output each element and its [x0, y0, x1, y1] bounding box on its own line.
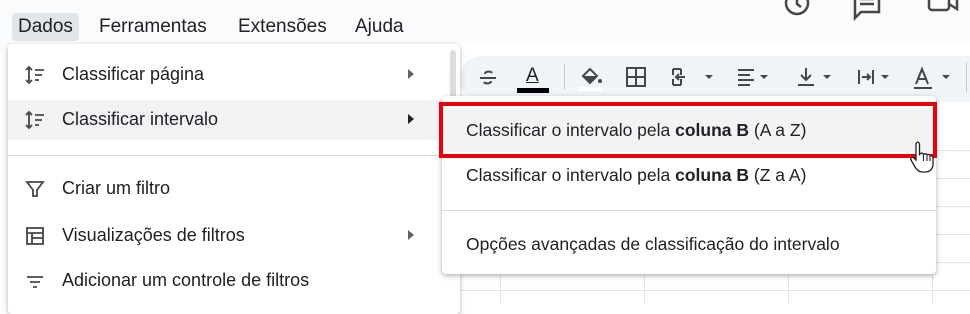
- text-rotation-icon[interactable]: [912, 64, 962, 90]
- history-icon[interactable]: [780, 0, 814, 24]
- submenu-item-label: Classificar o intervalo pela coluna B (Z…: [466, 165, 806, 186]
- label-column: coluna B: [675, 165, 750, 185]
- strikethrough-icon[interactable]: [477, 67, 499, 89]
- submenu-item-sort-desc[interactable]: Classificar o intervalo pela coluna B (Z…: [442, 153, 936, 197]
- menu-extensoes[interactable]: Extensões: [232, 13, 333, 41]
- sort-icon: [25, 65, 44, 85]
- filter-icon: [25, 181, 45, 197]
- submenu-item-label: Opções avançadas de classificação do int…: [466, 234, 840, 254]
- sort-icon: [25, 110, 44, 130]
- dados-menu: Classificar página Classificar intervalo…: [8, 44, 460, 314]
- comment-icon[interactable]: [850, 0, 884, 24]
- menu-item-controle-filtros[interactable]: Adicionar um controle de filtros: [8, 261, 448, 301]
- filter-control-icon: [27, 276, 43, 288]
- vertical-align-icon[interactable]: [796, 66, 840, 88]
- filter-views-icon: [26, 227, 44, 245]
- submenu-separator: [442, 210, 936, 211]
- toolbar-divider: [966, 62, 967, 92]
- borders-icon[interactable]: [625, 66, 647, 88]
- menu-item-classificar-pagina[interactable]: Classificar página: [8, 55, 448, 95]
- label-order: (Z a A): [749, 165, 807, 185]
- submenu-item-advanced-sort[interactable]: Opções avançadas de classificação do int…: [442, 222, 936, 266]
- menu-separator: [8, 155, 448, 156]
- menu-item-criar-filtro[interactable]: Criar um filtro: [8, 169, 448, 209]
- toolbar-divider: [564, 64, 565, 90]
- menu-dados[interactable]: Dados: [12, 13, 79, 41]
- submenu-arrow-icon: [408, 230, 414, 240]
- submenu-arrow-icon: [408, 114, 414, 124]
- text-wrap-icon[interactable]: [856, 66, 900, 88]
- submenu-arrow-icon: [408, 69, 414, 79]
- video-icon[interactable]: [925, 0, 959, 24]
- menu-bar: Dados Ferramentas Extensões Ajuda: [0, 0, 970, 44]
- menu-item-label: Adicionar um controle de filtros: [62, 270, 310, 290]
- menu-item-label: Visualizações de filtros: [62, 225, 245, 245]
- text-color-glyph: A: [526, 65, 539, 86]
- menu-ferramentas[interactable]: Ferramentas: [93, 13, 213, 41]
- hand-cursor-icon: [910, 141, 934, 173]
- sheet-left-edge: [0, 44, 8, 303]
- menu-item-visualizacoes-filtros[interactable]: Visualizações de filtros: [8, 216, 448, 256]
- menu-item-classificar-intervalo[interactable]: Classificar intervalo: [8, 100, 448, 140]
- menu-item-label: Criar um filtro: [62, 178, 171, 198]
- label-text: Classificar o intervalo pela: [466, 165, 676, 185]
- merge-cells-icon[interactable]: [670, 66, 714, 88]
- menu-ajuda[interactable]: Ajuda: [349, 13, 410, 41]
- fill-color-icon[interactable]: [578, 64, 604, 92]
- horizontal-align-icon[interactable]: [736, 66, 780, 88]
- highlight-box: [439, 102, 937, 158]
- menu-item-label: Classificar página: [62, 64, 205, 84]
- menu-item-label: Classificar intervalo: [62, 109, 219, 129]
- text-color-icon[interactable]: A: [516, 63, 550, 95]
